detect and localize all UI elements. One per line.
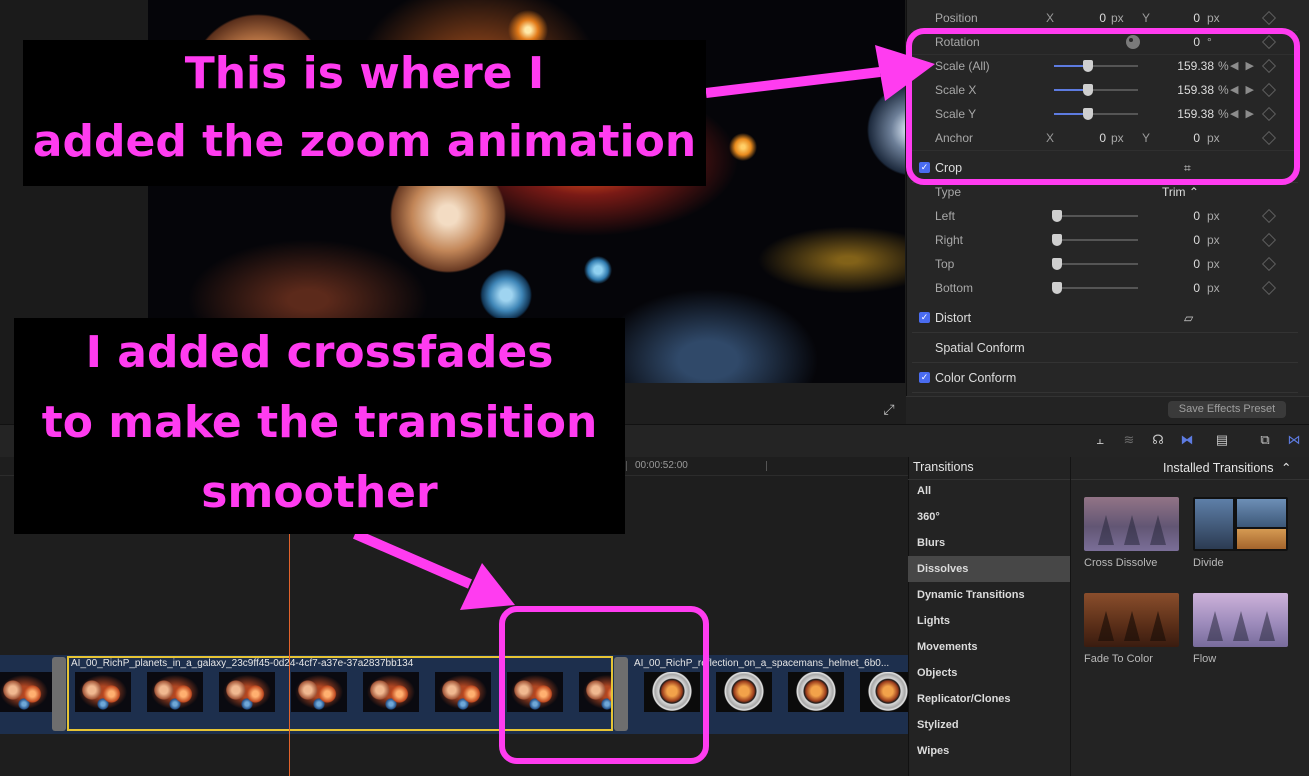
ruler-tick	[626, 461, 627, 471]
color-conform-label: Color Conform	[935, 371, 1017, 385]
snapping-icon[interactable]: ⧓	[1177, 431, 1197, 449]
crop-bottom-unit: px	[1207, 281, 1220, 295]
crop-top-slider[interactable]	[1052, 258, 1138, 270]
position-label: Position	[935, 11, 978, 25]
category-label: Blurs	[917, 537, 946, 549]
crop-left-slider[interactable]	[1052, 210, 1138, 222]
category-dissolves[interactable]: Dissolves	[908, 556, 1070, 582]
transitions-browser-icon[interactable]: ⋈	[1284, 431, 1304, 449]
keyframe-icon[interactable]	[1261, 10, 1277, 26]
category-label: Replicator/Clones	[917, 693, 1011, 705]
clip-appearance-icon[interactable]: ▤	[1212, 431, 1232, 449]
cross-dissolve-thumbnail[interactable]	[1084, 497, 1179, 551]
highlight-box-scale	[906, 28, 1300, 185]
position-y-unit: px	[1207, 11, 1220, 25]
skimming-icon[interactable]: ⫠	[1090, 431, 1110, 449]
crop-bottom-row: Bottom 0 px	[912, 276, 1298, 300]
category-all[interactable]: All	[908, 478, 1070, 504]
ruler-tick	[766, 461, 767, 471]
category-stylized[interactable]: Stylized	[908, 712, 1070, 738]
crop-bottom-value[interactable]: 0	[1162, 276, 1200, 300]
position-x-value[interactable]: 0	[1072, 6, 1106, 30]
distort-onscreen-controls-icon[interactable]: ▱	[1184, 304, 1193, 332]
color-conform-section-header[interactable]: ✓ Color Conform	[912, 364, 1298, 393]
crop-right-value[interactable]: 0	[1162, 228, 1200, 252]
save-effects-preset-button[interactable]: Save Effects Preset	[1168, 401, 1286, 418]
crop-bottom-label: Bottom	[935, 281, 974, 295]
ruler-timecode: 00:00:52:00	[635, 460, 688, 471]
divide-thumbnail[interactable]	[1193, 497, 1288, 551]
crop-bottom-slider[interactable]	[1052, 282, 1138, 294]
clip0-filmstrip[interactable]	[0, 672, 52, 712]
crop-right-unit: px	[1207, 233, 1220, 247]
crop-top-row: Top 0 px	[912, 252, 1298, 276]
solo-headphones-icon[interactable]: ☊	[1148, 431, 1168, 449]
fullscreen-icon[interactable]: ⤢	[882, 402, 896, 416]
crop-right-row: Right 0 px	[912, 228, 1298, 252]
crop-left-unit: px	[1207, 209, 1220, 223]
fade-to-color-label: Fade To Color	[1084, 653, 1153, 665]
category-blurs[interactable]: Blurs	[908, 530, 1070, 556]
crop-top-value[interactable]: 0	[1162, 252, 1200, 276]
position-y-value[interactable]: 0	[1162, 6, 1200, 30]
crop-top-unit: px	[1207, 257, 1220, 271]
annotation-line: This is where I	[184, 48, 545, 99]
category-360[interactable]: 360°	[908, 504, 1070, 530]
category-dynamic-transitions[interactable]: Dynamic Transitions	[908, 582, 1070, 608]
transitions-title: Transitions	[913, 460, 974, 474]
keyframe-icon[interactable]	[1261, 232, 1277, 248]
flow-thumbnail[interactable]	[1193, 593, 1288, 647]
category-label: Objects	[917, 667, 958, 679]
position-x-unit: px	[1111, 11, 1124, 25]
annotation-line: I added crossfades	[85, 327, 554, 378]
category-label: 360°	[917, 511, 940, 523]
annotation-line: to make the transition	[41, 397, 598, 448]
annotation-callout-crossfade: I added crossfades to make the transitio…	[14, 318, 625, 534]
crop-left-row: Left 0 px	[912, 204, 1298, 228]
category-wipes[interactable]: Wipes	[908, 738, 1070, 764]
category-label: Movements	[917, 641, 978, 653]
color-conform-checkbox[interactable]: ✓	[919, 372, 930, 383]
chevron-updown-icon: ⌃	[1280, 461, 1292, 475]
crop-left-value[interactable]: 0	[1162, 204, 1200, 228]
annotation-line: added the zoom animation	[32, 116, 697, 167]
keyframe-icon[interactable]	[1261, 208, 1277, 224]
category-replicator-clones[interactable]: Replicator/Clones	[908, 686, 1070, 712]
crop-right-slider[interactable]	[1052, 234, 1138, 246]
installed-transitions-label: Installed Transitions	[1163, 461, 1274, 475]
category-label: Lights	[917, 615, 950, 627]
spatial-conform-label: Spatial Conform	[935, 341, 1025, 355]
distort-label: Distort	[935, 311, 972, 325]
divide-label: Divide	[1193, 557, 1224, 569]
category-objects[interactable]: Objects	[908, 660, 1070, 686]
category-label: Dynamic Transitions	[917, 589, 1025, 601]
distort-section-header[interactable]: ✓ Distort ▱	[912, 304, 1298, 333]
crop-right-label: Right	[935, 233, 964, 247]
effects-browser-icon[interactable]: ⧉	[1255, 431, 1275, 449]
cross-dissolve-label: Cross Dissolve	[1084, 557, 1158, 569]
keyframe-icon[interactable]	[1261, 280, 1277, 296]
category-label: All	[917, 485, 932, 497]
flow-label: Flow	[1193, 653, 1217, 665]
installed-transitions-select[interactable]: Installed Transitions ⌃	[1163, 460, 1291, 475]
position-x-axis: X	[1046, 11, 1055, 25]
crop-left-label: Left	[935, 209, 956, 223]
category-label: Dissolves	[917, 563, 969, 575]
transitions-divider	[1070, 457, 1071, 776]
highlight-box-transition	[499, 606, 709, 764]
annotation-line: smoother	[201, 467, 438, 518]
transition-crossfade-handle[interactable]	[52, 657, 66, 731]
audio-skimming-icon[interactable]: ≋	[1119, 431, 1139, 449]
position-y-axis: Y	[1142, 11, 1151, 25]
category-label: Stylized	[917, 719, 959, 731]
category-movements[interactable]: Movements	[908, 634, 1070, 660]
category-lights[interactable]: Lights	[908, 608, 1070, 634]
fade-to-color-thumbnail[interactable]	[1084, 593, 1179, 647]
category-label: Wipes	[917, 745, 950, 757]
annotation-callout-zoom: This is where I added the zoom animation	[23, 40, 706, 186]
crop-top-label: Top	[935, 257, 955, 271]
spatial-conform-section-header[interactable]: Spatial Conform	[912, 334, 1298, 363]
keyframe-icon[interactable]	[1261, 256, 1277, 272]
distort-checkbox[interactable]: ✓	[919, 312, 930, 323]
